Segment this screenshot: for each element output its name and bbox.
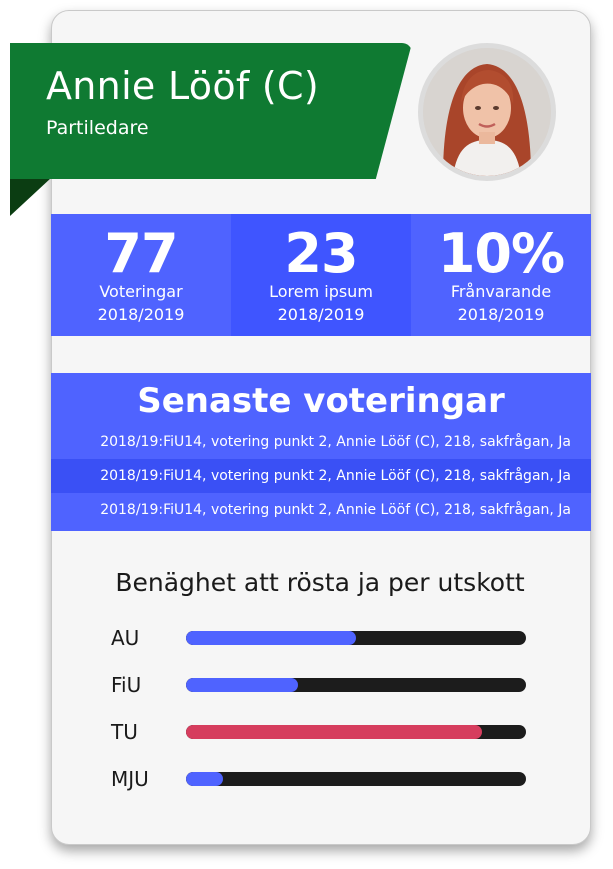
profile-role: Partiledare [46,117,149,139]
vote-list-item[interactable]: 2018/19:FiU14, votering punkt 2, Annie L… [51,459,591,493]
stat-absence-period: 2018/2019 [457,305,545,324]
bar-fill [186,725,482,739]
bar-track [186,631,526,645]
bar-fill [186,678,298,692]
stat-lorem-label: Lorem ipsum [269,282,373,301]
chart-title: Benäghet att rösta ja per utskott [115,568,525,597]
bar-label: TU [111,720,138,744]
vote-list-item[interactable]: 2018/19:FiU14, votering punkt 2, Annie L… [51,425,591,459]
bar-row-fiu: FiU [111,670,531,700]
profile-name: Annie Lööf (C) [46,64,320,108]
stat-absence-value: 10% [437,222,565,285]
bar-row-tu: TU [111,717,531,747]
stat-absence-label: Frånvarande [450,282,552,301]
bar-label: AU [111,626,140,650]
avatar [418,43,556,181]
bar-track [186,772,526,786]
stats-panel: 77 Voteringar 2018/2019 23 Lorem ipsum 2… [51,214,591,336]
stat-votes-period: 2018/2019 [97,305,185,324]
bar-track [186,725,526,739]
recent-votes-panel: Senaste voteringar 2018/19:FiU14, voteri… [51,373,591,531]
stat-lorem-value: 23 [284,222,358,285]
stat-votes: 77 Voteringar 2018/2019 [51,214,231,336]
ribbon-fold [10,178,51,216]
bar-track [186,678,526,692]
stat-votes-value: 77 [104,222,178,285]
bar-fill [186,772,223,786]
vote-list-item[interactable]: 2018/19:FiU14, votering punkt 2, Annie L… [51,493,591,527]
bar-fill [186,631,356,645]
recent-votes-title: Senaste voteringar [137,381,505,421]
bar-label: FiU [111,673,142,697]
bar-row-mju: MJU [111,764,531,794]
portrait-photo [423,48,551,176]
stat-votes-label: Voteringar [99,282,183,301]
bar-row-au: AU [111,623,531,653]
stat-lorem-period: 2018/2019 [277,305,365,324]
stat-absence: 10% Frånvarande 2018/2019 [411,214,591,336]
bar-label: MJU [111,767,149,791]
stat-lorem: 23 Lorem ipsum 2018/2019 [231,214,411,336]
